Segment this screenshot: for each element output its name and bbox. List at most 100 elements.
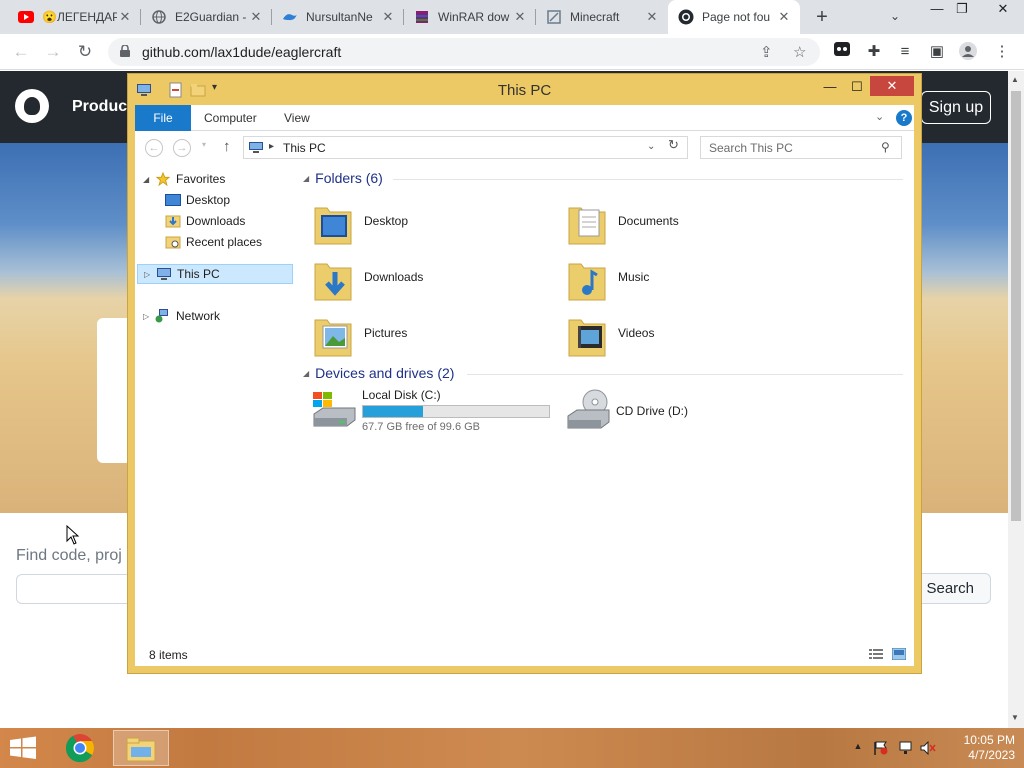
explorer-titlebar[interactable]: ▾ This PC — ☐ ✕ <box>128 74 921 105</box>
group-collapse-icon[interactable]: ◢ <box>303 174 309 183</box>
collapsed-triangle-icon[interactable]: ▷ <box>144 270 156 279</box>
windows-taskbar: ▲ 10:05 PM 4/7/2023 <box>0 728 1024 768</box>
nav-item-network[interactable]: ▷ Network <box>143 306 220 326</box>
explorer-address-box[interactable]: ▸ This PC ⌄ <box>243 136 688 159</box>
browser-restore-button[interactable]: ❐ <box>947 0 977 20</box>
scrollbar-thumb[interactable] <box>1011 91 1021 521</box>
tab-close-icon[interactable]: ✕ <box>644 9 660 25</box>
ribbon-computer-tab[interactable]: Computer <box>204 111 257 125</box>
folder-tile-videos[interactable]: Videos <box>567 310 807 362</box>
scroll-down-icon[interactable]: ▼ <box>1011 713 1019 722</box>
tab-close-icon[interactable]: ✕ <box>512 9 528 25</box>
browser-tab-winrar[interactable]: WinRAR dow ✕ <box>404 0 536 34</box>
ribbon-expand-chevron-icon[interactable]: ⌄ <box>875 110 884 123</box>
recent-places-icon <box>165 236 181 249</box>
search-icon[interactable]: ⚲ <box>881 140 890 154</box>
profile-avatar-icon[interactable] <box>958 42 978 62</box>
nav-item-recent-places[interactable]: Recent places <box>165 232 262 252</box>
github-search-input[interactable] <box>16 574 136 604</box>
large-icons-view-icon[interactable] <box>892 648 906 660</box>
tab-search-chevron-icon[interactable]: ⌄ <box>890 9 900 23</box>
folder-tile-downloads[interactable]: Downloads <box>313 254 553 306</box>
page-scrollbar[interactable]: ▲ ▼ <box>1008 71 1024 728</box>
share-icon[interactable]: ⇪ <box>760 43 773 61</box>
explorer-maximize-button[interactable]: ☐ <box>844 78 870 98</box>
breadcrumb[interactable]: This PC <box>283 141 326 155</box>
address-dropdown-icon[interactable]: ⌄ <box>647 141 655 152</box>
folder-tile-desktop[interactable]: Desktop <box>313 198 553 250</box>
tab-title: 😮ЛЕГЕНДАР <box>42 10 117 24</box>
extension-icon[interactable] <box>832 42 852 62</box>
taskbar-file-explorer[interactable] <box>113 730 169 766</box>
media-control-icon[interactable]: ≡ <box>895 42 915 62</box>
explorer-ribbon: File Computer View ⌄ ? <box>135 105 914 131</box>
github-signup-button[interactable]: Sign up <box>921 91 991 124</box>
taskbar-chrome[interactable] <box>53 730 109 766</box>
tab-close-icon[interactable]: ✕ <box>248 9 264 25</box>
nav-item-downloads[interactable]: Downloads <box>165 211 245 231</box>
github-logo-icon[interactable] <box>15 89 49 123</box>
side-panel-icon[interactable]: ▣ <box>927 42 947 62</box>
scroll-up-icon[interactable]: ▲ <box>1011 75 1019 84</box>
explorer-search-input[interactable]: Search This PC ⚲ <box>700 136 902 159</box>
details-view-icon[interactable] <box>869 648 883 660</box>
new-tab-button[interactable]: + <box>811 6 833 28</box>
explorer-minimize-button[interactable]: — <box>817 78 843 98</box>
tab-title: Page not fou <box>702 10 771 24</box>
drives-group-header[interactable]: ◢ Devices and drives (2) <box>303 365 454 381</box>
ribbon-view-tab[interactable]: View <box>284 111 310 125</box>
github-products-menu[interactable]: Product <box>72 98 132 116</box>
browser-menu-icon[interactable]: ⋮ <box>992 42 1012 62</box>
nav-item-label: Downloads <box>186 214 246 228</box>
volume-muted-icon[interactable] <box>920 741 936 755</box>
nav-item-this-pc[interactable]: ▷ This PC <box>137 264 293 284</box>
up-folder-icon[interactable]: ↑ <box>223 138 231 155</box>
reload-icon[interactable]: ↻ <box>74 41 96 63</box>
folders-group-header[interactable]: ◢ Folders (6) <box>303 170 383 186</box>
nav-item-favorites[interactable]: ◢ Favorites <box>143 169 225 189</box>
file-explorer-window: ▾ This PC — ☐ ✕ File Computer View ⌄ ? ←… <box>127 73 922 674</box>
bookmark-star-icon[interactable]: ☆ <box>793 43 806 61</box>
expand-triangle-icon[interactable]: ◢ <box>143 175 155 184</box>
folder-tile-pictures[interactable]: Pictures <box>313 310 553 362</box>
explorer-status-bar: 8 items <box>135 644 914 666</box>
nav-item-label: Recent places <box>186 235 263 249</box>
folder-tile-music[interactable]: Music <box>567 254 807 306</box>
browser-tab-e2guardian[interactable]: E2Guardian - ✕ <box>141 0 272 34</box>
extensions-puzzle-icon[interactable]: ✚ <box>864 42 884 62</box>
forward-arrow-icon[interactable]: → <box>42 41 64 63</box>
ribbon-file-tab[interactable]: File <box>135 105 191 131</box>
nav-item-desktop[interactable]: Desktop <box>165 190 230 210</box>
address-bar[interactable]: github.com/lax1dude/eaglercraft ⇪ ☆ <box>108 38 820 66</box>
back-arrow-icon[interactable]: ← <box>10 41 32 63</box>
explorer-close-button[interactable]: ✕ <box>870 76 914 96</box>
help-icon[interactable]: ? <box>896 110 912 126</box>
group-collapse-icon[interactable]: ◢ <box>303 369 309 378</box>
tab-title: NursultanNe <box>306 10 373 24</box>
explorer-back-icon[interactable]: ← <box>145 139 163 157</box>
drive-tile-c[interactable]: Local Disk (C:) 67.7 GB free of 99.6 GB <box>311 388 556 436</box>
browser-tab-youtube[interactable]: 😮ЛЕГЕНДАР ✕ <box>8 0 141 34</box>
tab-close-icon[interactable]: ✕ <box>117 9 133 25</box>
breadcrumb-chevron-icon[interactable]: ▸ <box>269 141 274 152</box>
tab-close-icon[interactable]: ✕ <box>776 9 792 25</box>
drive-name: Local Disk (C:) <box>362 388 441 402</box>
tab-close-icon[interactable]: ✕ <box>380 9 396 25</box>
folder-tile-documents[interactable]: Documents <box>567 198 807 250</box>
show-hidden-icons-icon[interactable]: ▲ <box>850 741 866 755</box>
network-status-icon[interactable] <box>897 741 913 755</box>
this-pc-icon <box>157 268 171 280</box>
taskbar-clock[interactable]: 10:05 PM 4/7/2023 <box>945 733 1015 763</box>
browser-close-button[interactable]: ✕ <box>988 0 1018 20</box>
refresh-icon[interactable]: ↻ <box>668 137 679 153</box>
desktop-folder-icon <box>314 207 352 245</box>
explorer-forward-icon[interactable]: → <box>173 139 191 157</box>
windows-start-icon[interactable] <box>8 736 38 760</box>
action-center-flag-icon[interactable] <box>873 741 889 755</box>
browser-tab-nursultan[interactable]: NursultanNe ✕ <box>272 0 404 34</box>
drive-tile-d[interactable]: CD Drive (D:) <box>565 388 745 436</box>
browser-tab-github[interactable]: Page not fou ✕ <box>668 0 800 34</box>
browser-tab-minecraft[interactable]: Minecraft ✕ <box>536 0 668 34</box>
recent-locations-chevron-icon[interactable]: ▾ <box>202 140 206 149</box>
collapsed-triangle-icon[interactable]: ▷ <box>143 312 155 321</box>
